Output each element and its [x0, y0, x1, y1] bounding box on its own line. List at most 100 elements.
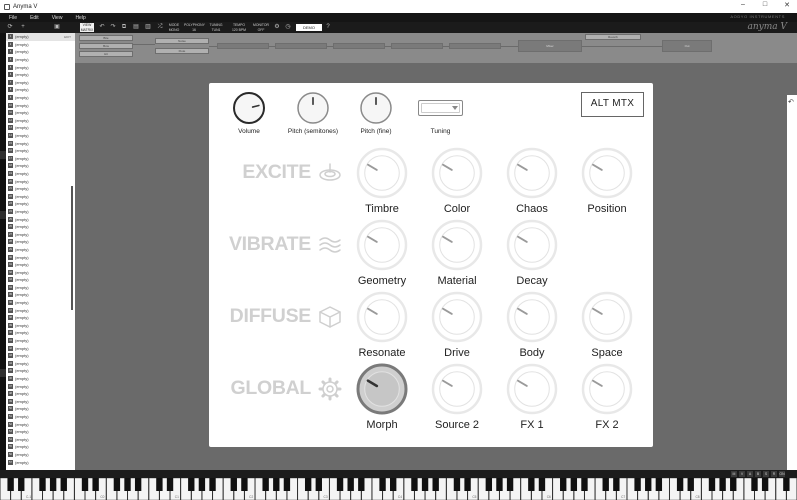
knob-volume[interactable] [230, 89, 268, 127]
preset-list-item[interactable]: 5 (empty) [6, 63, 75, 71]
preset-list-item[interactable]: 42 (empty) [6, 344, 75, 352]
black-key[interactable] [581, 478, 588, 491]
minimize-button[interactable]: – [737, 1, 749, 9]
preset-list-item[interactable]: 2 (empty) [6, 41, 75, 49]
knob-color[interactable] [429, 145, 485, 201]
preset-list-item[interactable]: 36 (empty) [6, 299, 75, 307]
piano-keyboard[interactable]: C-1 C0 C1 C2 C3 C4 C5 C6 C7 C8 [0, 478, 797, 500]
preset-list-item[interactable]: 50 (empty) [6, 405, 75, 413]
preset-list-item[interactable]: 23 (empty) [6, 200, 75, 208]
black-key[interactable] [761, 478, 769, 491]
black-key[interactable] [92, 478, 99, 491]
knob-position[interactable] [579, 145, 635, 201]
black-key[interactable] [655, 478, 663, 491]
knob-geometry[interactable] [354, 217, 410, 273]
out-module[interactable]: Out [662, 40, 712, 52]
black-key[interactable] [283, 478, 291, 491]
preset-list-item[interactable]: 12 (empty) [6, 117, 75, 125]
black-key[interactable] [485, 478, 493, 491]
save-icon[interactable]: ▣ [52, 23, 62, 32]
keyboard-control-button[interactable]: ON [779, 471, 785, 477]
maximize-button[interactable]: □ [759, 1, 771, 9]
black-key[interactable] [421, 478, 429, 491]
black-key[interactable] [304, 478, 312, 491]
knob-source-2[interactable] [429, 361, 485, 417]
chain-slot[interactable] [217, 43, 269, 49]
preset-list-item[interactable]: 24 (empty) [6, 208, 75, 216]
redo-icon[interactable]: ↷ [108, 23, 118, 32]
preset-list-item[interactable]: 32 (empty) [6, 268, 75, 276]
black-key[interactable] [241, 478, 248, 491]
black-key[interactable] [230, 478, 237, 491]
black-key[interactable] [134, 478, 142, 491]
demo-button[interactable]: DEMO [296, 24, 322, 31]
preset-list-item[interactable]: 44 (empty) [6, 360, 75, 368]
preset-list-item[interactable]: 25 (empty) [6, 215, 75, 223]
black-key[interactable] [687, 478, 694, 491]
preset-list-item[interactable]: 9 (empty) [6, 94, 75, 102]
close-button[interactable]: ✕ [781, 1, 793, 9]
black-key[interactable] [379, 478, 386, 491]
black-key[interactable] [602, 478, 609, 491]
menu-help[interactable]: Help [75, 15, 85, 21]
chain-module[interactable]: Hit [79, 51, 133, 57]
keyboard-control-button[interactable]: M [731, 471, 737, 477]
black-key[interactable] [506, 478, 514, 491]
preset-list-item[interactable]: 39 (empty) [6, 322, 75, 330]
knob-morph[interactable] [354, 361, 410, 417]
black-key[interactable] [347, 478, 354, 491]
preset-list-item[interactable]: 19 (empty) [6, 170, 75, 178]
preset-edit-tag[interactable]: EDIT [64, 35, 71, 39]
file-icon[interactable]: ▥ [143, 23, 153, 32]
preset-list-item[interactable]: 56 (empty) [6, 451, 75, 459]
preset-list-item[interactable]: 3 (empty) [6, 48, 75, 56]
copy-icon[interactable]: ⧉ [119, 23, 129, 32]
preset-list-item[interactable]: 38 (empty) [6, 314, 75, 322]
knob-pitch-semitones[interactable] [294, 89, 332, 127]
black-key[interactable] [411, 478, 418, 491]
preset-list-item[interactable]: 46 (empty) [6, 375, 75, 383]
menu-view[interactable]: View [52, 15, 63, 21]
black-key[interactable] [336, 478, 344, 491]
black-key[interactable] [751, 478, 758, 491]
preset-list-item[interactable]: 34 (empty) [6, 284, 75, 292]
knob-fx-1[interactable] [504, 361, 560, 417]
black-key[interactable] [496, 478, 503, 491]
preset-list-item[interactable]: 41 (empty) [6, 337, 75, 345]
knob-space[interactable] [579, 289, 635, 345]
black-key[interactable] [39, 478, 46, 491]
preset-list-item[interactable]: 22 (empty) [6, 192, 75, 200]
knob-body[interactable] [504, 289, 560, 345]
knob-resonate[interactable] [354, 289, 410, 345]
knob-decay[interactable] [504, 217, 560, 273]
black-key[interactable] [570, 478, 578, 491]
black-key[interactable] [538, 478, 546, 491]
shuffle-icon[interactable]: ⤮ [155, 23, 165, 32]
chain-module[interactable]: Bow [79, 43, 133, 49]
preset-list-item[interactable]: 55 (empty) [6, 443, 75, 451]
black-key[interactable] [188, 478, 195, 491]
monitor-selector[interactable]: MONITOR OFF [252, 23, 270, 32]
view-matrix-button[interactable]: VIEW MATRIX [80, 23, 94, 32]
preset-list-item[interactable]: 52 (empty) [6, 420, 75, 428]
black-key[interactable] [453, 478, 461, 491]
black-key[interactable] [273, 478, 280, 491]
preset-list-item[interactable]: 54 (empty) [6, 435, 75, 443]
preset-list-item[interactable]: 17 (empty) [6, 155, 75, 163]
undo-icon[interactable]: ↶ [97, 23, 107, 32]
mode-selector[interactable]: MODE MONO [167, 23, 181, 32]
chain-module[interactable]: Noise [155, 38, 209, 44]
chain-slot[interactable] [333, 43, 385, 49]
preset-list-item[interactable]: 48 (empty) [6, 390, 75, 398]
preset-list-item[interactable]: 1 (empty) EDIT [6, 33, 75, 41]
knob-pitch-fine[interactable] [357, 89, 395, 127]
chain-slot[interactable] [391, 43, 443, 49]
black-key[interactable] [645, 478, 652, 491]
preset-list-item[interactable]: 10 (empty) [6, 101, 75, 109]
preset-list-item[interactable]: 45 (empty) [6, 367, 75, 375]
preset-list-item[interactable]: 30 (empty) [6, 253, 75, 261]
knob-timbre[interactable] [354, 145, 410, 201]
black-key[interactable] [783, 478, 790, 491]
preset-list-item[interactable]: 27 (empty) [6, 230, 75, 238]
undo-arrow-icon[interactable]: ↶ [788, 98, 794, 106]
